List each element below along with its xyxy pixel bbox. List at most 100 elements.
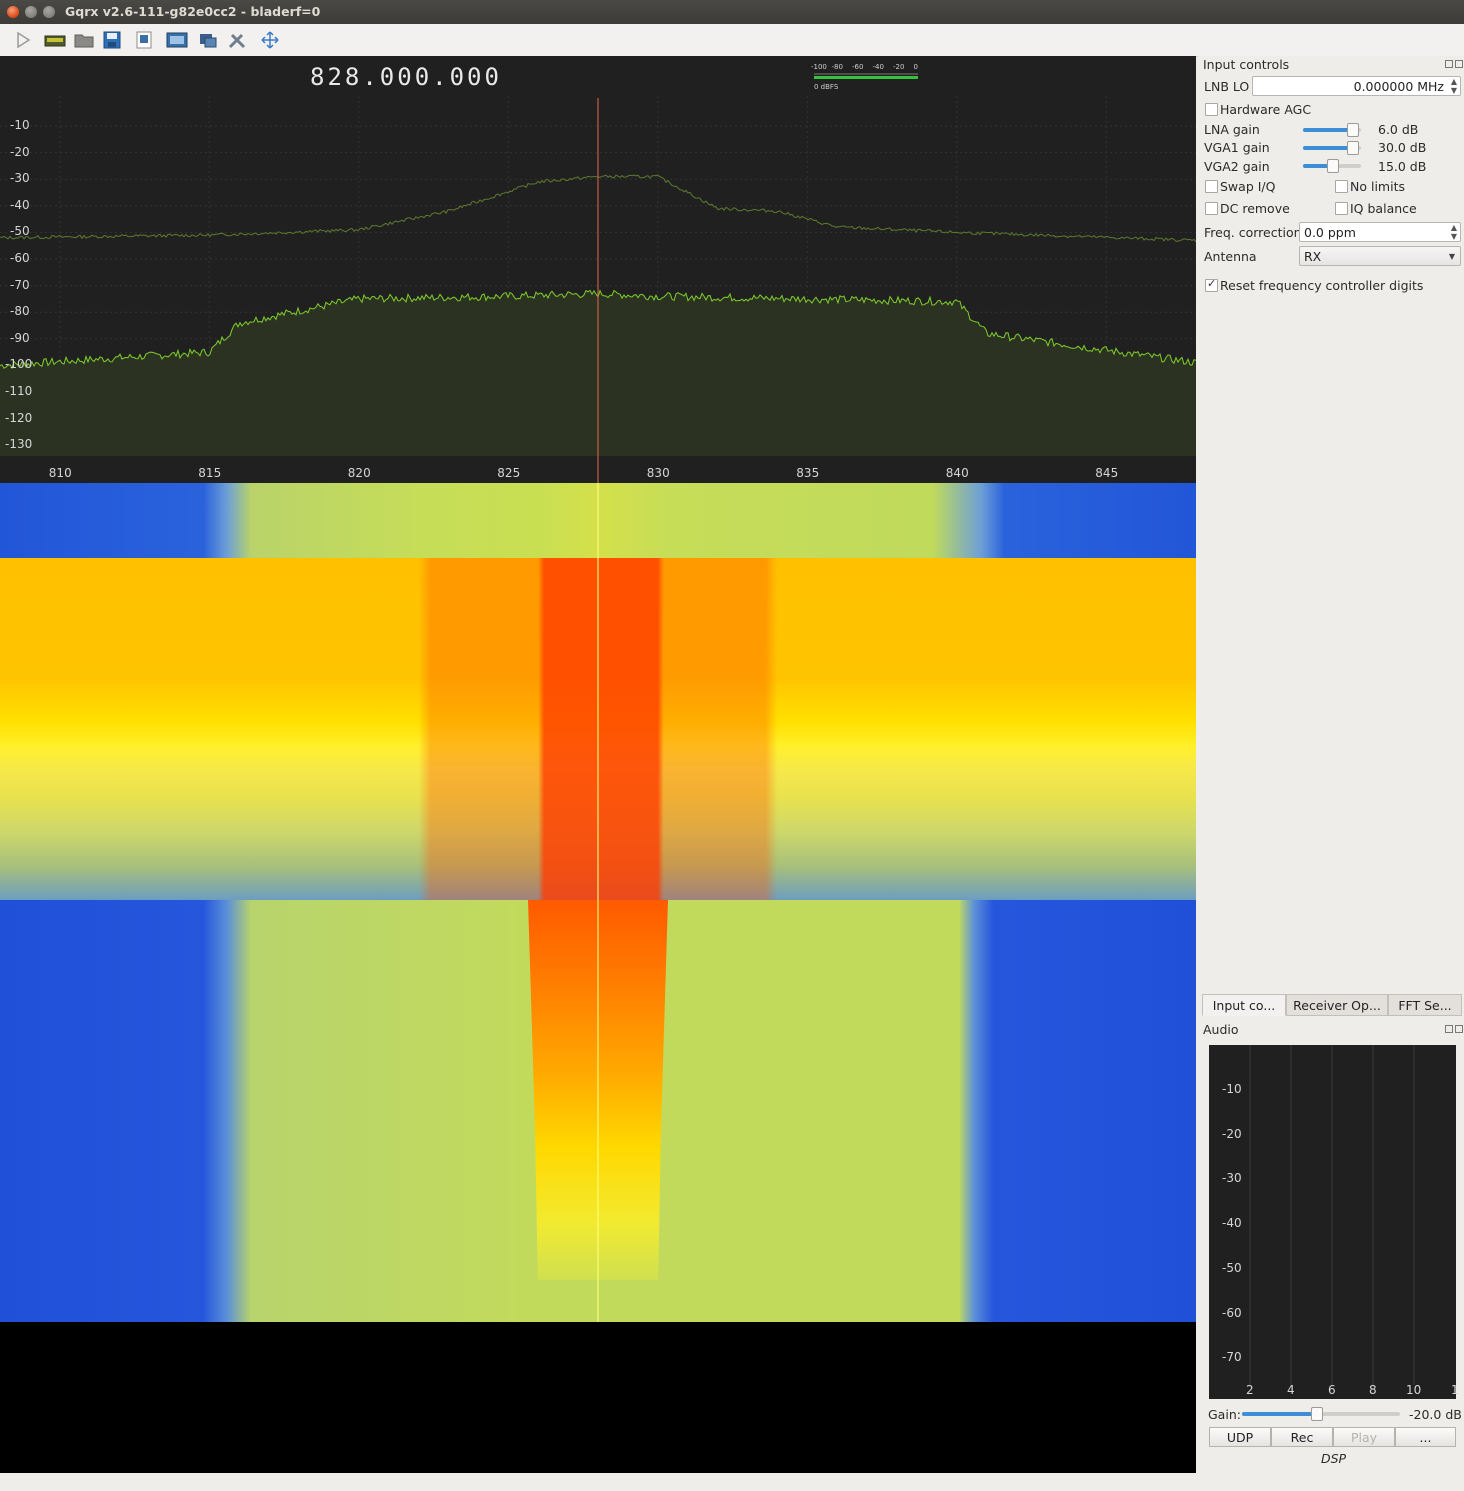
audio-title: Audio bbox=[1203, 1022, 1239, 1037]
no-limits-checkbox[interactable] bbox=[1335, 180, 1348, 193]
settings-icon[interactable] bbox=[227, 30, 247, 50]
hardware-agc-label: Hardware AGC bbox=[1220, 102, 1312, 117]
meter-tick-label: 0 bbox=[913, 63, 918, 71]
audio-y-tick-label: -30 bbox=[1222, 1171, 1242, 1186]
lnb-lo-value: 0.000000 MHz bbox=[1353, 79, 1444, 94]
tab-receiver-options[interactable]: Receiver Op... bbox=[1286, 994, 1388, 1016]
lna-gain-label: LNA gain bbox=[1204, 122, 1260, 137]
spectrum-chart bbox=[0, 96, 1196, 483]
frequency-display[interactable]: 828.000.000 bbox=[310, 63, 502, 91]
y-tick-label: -10 bbox=[10, 118, 30, 132]
waterfall-empty-area bbox=[0, 1322, 1196, 1473]
antenna-value: RX bbox=[1304, 249, 1322, 264]
tab-fft-settings[interactable]: FFT Se... bbox=[1388, 994, 1462, 1016]
x-tick-label: 810 bbox=[48, 466, 72, 480]
x-tick-label: 830 bbox=[646, 466, 670, 480]
hardware-agc-checkbox[interactable] bbox=[1205, 103, 1218, 116]
y-tick-label: -50 bbox=[10, 224, 30, 239]
dsp-label: DSP bbox=[1321, 1451, 1347, 1466]
antenna-select[interactable]: RX ▼ bbox=[1299, 246, 1461, 266]
close-icon[interactable] bbox=[1455, 1025, 1463, 1033]
lna-gain-slider[interactable] bbox=[1303, 123, 1361, 137]
waterfall-display[interactable] bbox=[0, 483, 1196, 1322]
audio-x-tick-label: 1 bbox=[1451, 1383, 1459, 1397]
auto-fit-icon[interactable] bbox=[259, 30, 279, 50]
x-tick-label: 815 bbox=[198, 466, 222, 480]
vga2-gain-value: 15.0 dB bbox=[1378, 159, 1427, 174]
rec-button[interactable]: Rec bbox=[1271, 1427, 1333, 1447]
audio-y-tick-label: -20 bbox=[1222, 1126, 1242, 1141]
x-tick-label: 825 bbox=[497, 466, 521, 480]
vga2-gain-label: VGA2 gain bbox=[1204, 159, 1270, 174]
maximize-window-button[interactable] bbox=[43, 6, 55, 18]
swap-iq-label: Swap I/Q bbox=[1220, 179, 1276, 194]
y-tick-label: -100 bbox=[5, 357, 33, 372]
minimize-window-button[interactable] bbox=[25, 6, 37, 18]
antenna-label: Antenna bbox=[1204, 249, 1257, 264]
save-as-icon[interactable] bbox=[134, 30, 154, 50]
reset-digits-checkbox[interactable]: ✓ bbox=[1205, 277, 1218, 292]
more-button[interactable]: ... bbox=[1395, 1427, 1456, 1447]
audio-gain-slider[interactable] bbox=[1242, 1407, 1400, 1421]
y-tick-label: -70 bbox=[10, 277, 30, 292]
audio-fft-plot[interactable]: -10 -20 -30 -40 -50 -60 -70 2 4 6 8 10 1 bbox=[1209, 1045, 1459, 1399]
spectrum-plot[interactable]: 828.000.000 -100 -80 -60 -40 -20 0 0 dBFS -10… bbox=[0, 56, 1196, 483]
dc-remove-checkbox[interactable] bbox=[1205, 202, 1218, 215]
vga2-gain-slider[interactable] bbox=[1303, 159, 1361, 173]
freq-correction-input[interactable]: 0.0 ppm ▲ ▼ bbox=[1299, 222, 1461, 242]
save-icon[interactable] bbox=[102, 30, 122, 50]
vga1-gain-slider[interactable] bbox=[1303, 141, 1361, 155]
dc-remove-label: DC remove bbox=[1220, 201, 1290, 216]
audio-y-tick-label: -10 bbox=[1222, 1082, 1242, 1096]
hardware-config-icon[interactable] bbox=[44, 30, 66, 50]
play-icon[interactable] bbox=[13, 30, 33, 50]
float-icon[interactable] bbox=[1445, 1025, 1453, 1033]
x-tick-label: 820 bbox=[347, 466, 371, 480]
udp-button[interactable]: UDP bbox=[1209, 1427, 1271, 1447]
swap-iq-checkbox[interactable] bbox=[1205, 180, 1218, 193]
reset-digits-label: Reset frequency controller digits bbox=[1220, 278, 1424, 293]
y-tick-label: -90 bbox=[10, 330, 30, 345]
y-tick-label: -120 bbox=[5, 410, 33, 425]
lnb-lo-input[interactable]: 0.000000 MHz ▲ ▼ bbox=[1252, 76, 1461, 96]
close-icon[interactable] bbox=[1455, 60, 1463, 68]
input-controls-title: Input controls bbox=[1203, 57, 1290, 72]
iq-balance-checkbox[interactable] bbox=[1335, 202, 1348, 215]
audio-gain-value: -20.0 dB bbox=[1409, 1407, 1462, 1422]
spin-arrows-icon[interactable]: ▲ ▼ bbox=[1451, 77, 1457, 95]
y-tick-label: -110 bbox=[5, 384, 33, 398]
vga1-gain-value: 30.0 dB bbox=[1378, 140, 1427, 155]
window-title: Gqrx v2.6-111-g82e0cc2 - bladerf=0 bbox=[65, 4, 321, 19]
float-icon[interactable] bbox=[1445, 60, 1453, 68]
play-button[interactable]: Play bbox=[1333, 1427, 1395, 1447]
device-icon[interactable] bbox=[166, 30, 188, 50]
spin-arrows-icon[interactable]: ▲ ▼ bbox=[1451, 223, 1457, 241]
freq-correction-value: 0.0 ppm bbox=[1304, 225, 1356, 240]
audio-x-tick-label: 2 bbox=[1246, 1383, 1254, 1397]
x-tick-label: 840 bbox=[945, 466, 969, 480]
audio-gain-label: Gain: bbox=[1208, 1407, 1241, 1422]
chevron-down-icon: ▼ bbox=[1448, 252, 1455, 261]
close-window-button[interactable] bbox=[7, 6, 19, 18]
audio-grid bbox=[1249, 1045, 1415, 1385]
x-tick-label: 835 bbox=[796, 466, 820, 480]
audio-y-tick-label: -40 bbox=[1222, 1216, 1242, 1231]
check-icon: ✓ bbox=[1207, 277, 1217, 290]
lna-gain-value: 6.0 dB bbox=[1378, 122, 1419, 137]
no-limits-label: No limits bbox=[1350, 179, 1405, 194]
meter-unit: 0 dBFS bbox=[814, 83, 839, 91]
x-tick-label: 845 bbox=[1095, 466, 1119, 480]
open-folder-icon[interactable] bbox=[74, 30, 94, 50]
freq-correction-label: Freq. correction bbox=[1204, 225, 1302, 240]
signal-meter: -100 -80 -60 -40 -20 0 0 dBFS bbox=[808, 60, 922, 94]
y-tick-label: -20 bbox=[10, 144, 30, 159]
tab-input-controls[interactable]: Input co... bbox=[1202, 994, 1286, 1016]
y-tick-label: -40 bbox=[10, 197, 30, 212]
remote-icon[interactable] bbox=[198, 30, 218, 50]
meter-tick-label: -100 bbox=[811, 63, 827, 71]
lnb-lo-label: LNB LO bbox=[1204, 79, 1250, 94]
meter-tick-label: -20 bbox=[893, 63, 905, 71]
audio-y-tick-label: -60 bbox=[1222, 1305, 1242, 1320]
iq-balance-label: IQ balance bbox=[1350, 201, 1417, 216]
meter-tick-label: -40 bbox=[872, 63, 884, 71]
